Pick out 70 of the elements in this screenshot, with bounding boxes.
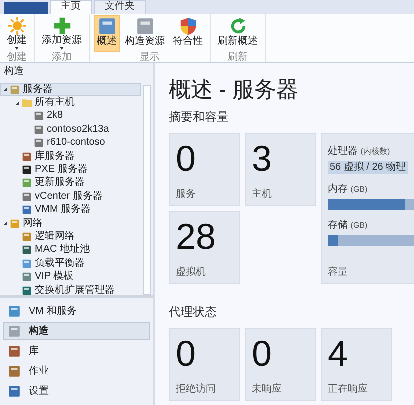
stat-tile[interactable]: 0 服务	[169, 133, 240, 206]
ribbon-button[interactable]: 符合性	[170, 15, 206, 52]
tree-item[interactable]: 更新服务器	[0, 176, 141, 190]
section-heading: 摘要和容量	[169, 109, 230, 125]
stat-label: 未响应	[252, 384, 283, 397]
section-heading: 代理状态	[169, 304, 218, 320]
tree-item[interactable]: 库服务器	[0, 150, 141, 164]
expander-icon[interactable]	[4, 222, 7, 226]
meter-label: 内存 (GB)	[328, 184, 369, 196]
capacity-tile[interactable]: 处理器 (内核数) 56 虚拟 / 26 物理 内存 (GB) 存储 (GB) 容量	[321, 133, 414, 284]
workspace-button[interactable]: 作业	[3, 362, 150, 380]
stat-value: 3	[252, 142, 274, 176]
tree-item[interactable]: 所有主机	[0, 96, 141, 110]
tree-item[interactable]: VIP 模板	[0, 270, 141, 284]
tree-item[interactable]: vCenter 服务器	[0, 190, 141, 204]
pane-title: 构造	[3, 64, 25, 79]
stat-tile[interactable]: 0 未响应	[245, 328, 316, 401]
stat-value: 0	[176, 142, 198, 176]
stat-value: 0	[252, 337, 274, 371]
stat-value: 0	[176, 337, 198, 371]
group-label: 刷新	[227, 52, 249, 63]
workspace-button[interactable]: 构造	[3, 322, 150, 340]
stat-tile[interactable]: 28 虚拟机	[169, 211, 240, 284]
plus-icon	[52, 17, 72, 35]
tree-item[interactable]: contoso2k13a	[0, 123, 141, 137]
expander-icon[interactable]	[16, 102, 19, 105]
ribbon-button[interactable]: 构造资源	[122, 15, 168, 52]
tree-item[interactable]: r610-contoso	[0, 136, 141, 150]
stat-label: 正在响应	[328, 384, 369, 397]
stat-tile[interactable]: 0 拒绝访问	[169, 328, 240, 401]
group-label: 创建	[6, 52, 28, 63]
tree-item[interactable]: 网络	[0, 216, 141, 230]
meter-label: 存储 (GB)	[328, 220, 369, 232]
workspace-button[interactable]: VM 和服务	[3, 302, 150, 320]
stat-tile[interactable]: 4 正在响应	[321, 328, 392, 401]
shield-icon	[178, 17, 198, 36]
group-label: 添加	[51, 52, 73, 63]
ribbon-button[interactable]: 刷新概述	[215, 15, 261, 52]
meter-label: 处理器 (内核数)	[328, 146, 392, 158]
scrollbar[interactable]	[143, 85, 151, 295]
tree-item[interactable]: 交换机扩展管理器	[0, 284, 141, 295]
tree-item[interactable]: 负载平衡器	[0, 257, 141, 270]
refresh-icon	[228, 17, 248, 36]
stat-value: 28	[176, 220, 218, 254]
sun-icon	[8, 17, 26, 35]
stat-label: 拒绝访问	[176, 384, 217, 397]
meter-reading: 56 虚拟 / 26 物理	[328, 161, 408, 174]
tree-item[interactable]: 逻辑网络	[0, 230, 141, 244]
tree-item[interactable]: 2k8	[0, 110, 141, 124]
workspace-button[interactable]: 设置	[3, 382, 150, 400]
stat-value: 4	[328, 337, 350, 371]
stat-label: 主机	[252, 189, 273, 202]
ribbon-tab[interactable]: 文件夹	[94, 0, 146, 14]
ribbon-button[interactable]: 概述	[94, 15, 120, 52]
tree-item[interactable]: PXE 服务器	[0, 163, 141, 177]
tree-item[interactable]: 服务器	[0, 83, 141, 96]
tree-item[interactable]: MAC 地址池	[0, 244, 141, 258]
expander-icon[interactable]	[4, 88, 7, 92]
tree-item[interactable]: VMM 服务器	[0, 204, 141, 217]
group-label: 显示	[139, 52, 161, 63]
ribbon-button[interactable]: 添加资源	[39, 15, 85, 52]
page-title: 概述 - 服务器	[169, 77, 300, 103]
stat-label: 虚拟机	[176, 267, 207, 280]
stat-tile[interactable]: 3 主机	[245, 133, 316, 206]
folder-icon	[22, 98, 32, 108]
ribbon-tab[interactable]: 主页	[50, 0, 92, 14]
tile-label: 容量	[328, 267, 349, 279]
stat-label: 服务	[176, 189, 197, 202]
ribbon-button[interactable]: 创建	[4, 15, 30, 52]
workspace-button[interactable]: 库	[3, 342, 150, 360]
